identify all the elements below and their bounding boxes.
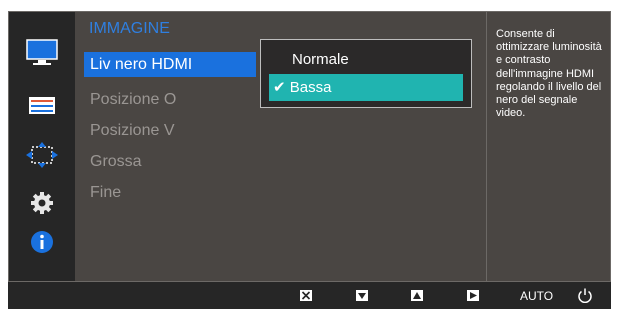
osd-menu: IMMAGINE Liv nero HDMI Posizione O Posiz… bbox=[8, 11, 611, 282]
option-normale[interactable]: Normale bbox=[269, 46, 463, 73]
menu-item-posizione-v[interactable]: Posizione V bbox=[84, 118, 256, 143]
option-bassa[interactable]: ✔ Bassa bbox=[269, 74, 463, 101]
gear-icon[interactable] bbox=[24, 189, 60, 217]
picture-menu-panel: IMMAGINE Liv nero HDMI Posizione O Posiz… bbox=[75, 12, 486, 281]
hdmi-black-level-submenu: Normale ✔ Bassa bbox=[260, 39, 472, 108]
category-sidebar bbox=[9, 12, 75, 281]
checkmark-icon: ✔ bbox=[273, 79, 286, 96]
help-text: Consente di ottimizzare luminosità e con… bbox=[496, 28, 602, 120]
bottom-button-bar: AUTO bbox=[8, 282, 611, 309]
auto-button[interactable]: AUTO bbox=[520, 289, 553, 303]
monitor-icon[interactable] bbox=[24, 39, 60, 67]
menu-item-posizione-o[interactable]: Posizione O bbox=[84, 87, 256, 112]
section-title: IMMAGINE bbox=[89, 20, 170, 37]
down-arrow-icon[interactable] bbox=[356, 290, 368, 301]
menu-item-grossa[interactable]: Grossa bbox=[84, 149, 256, 174]
panel-divider bbox=[486, 12, 487, 281]
menu-item-liv-nero-hdmi[interactable]: Liv nero HDMI bbox=[84, 52, 256, 77]
info-icon[interactable] bbox=[24, 228, 60, 256]
menu-item-fine[interactable]: Fine bbox=[84, 180, 256, 205]
settings-bars-icon[interactable] bbox=[24, 91, 60, 119]
resize-arrows-icon[interactable] bbox=[24, 141, 60, 169]
up-arrow-icon[interactable] bbox=[411, 290, 423, 301]
power-icon[interactable] bbox=[577, 287, 593, 304]
option-bassa-label: Bassa bbox=[289, 79, 332, 96]
right-arrow-icon[interactable] bbox=[467, 290, 479, 301]
close-icon[interactable] bbox=[300, 290, 312, 301]
